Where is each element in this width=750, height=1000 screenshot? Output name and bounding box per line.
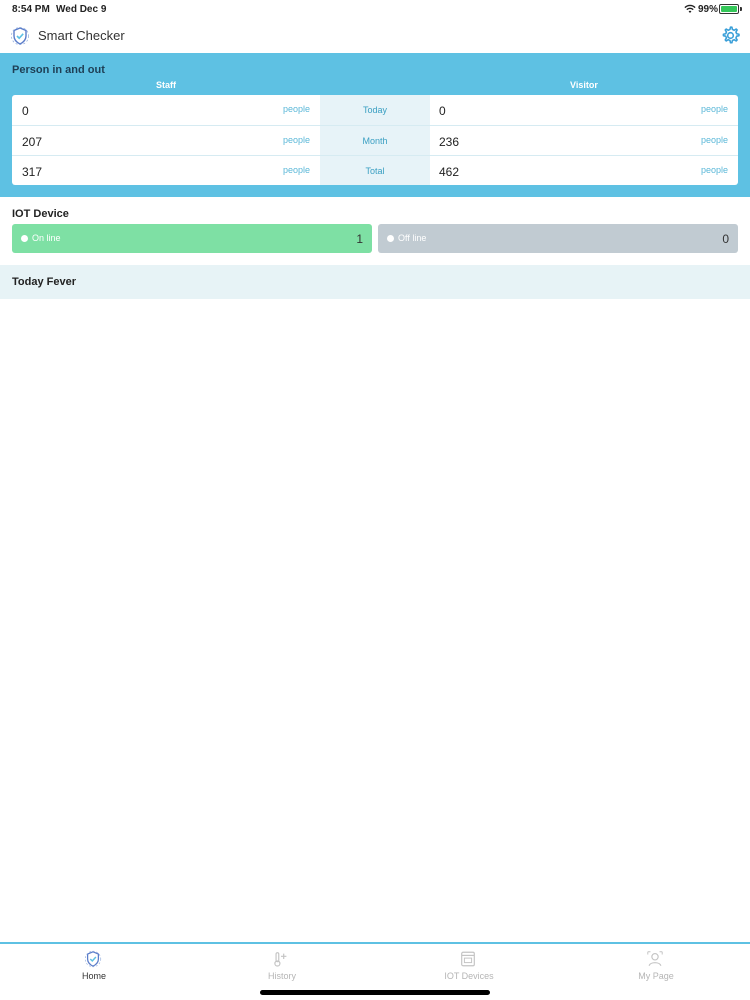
status-date: Wed Dec 9 <box>56 4 107 15</box>
iot-online-card[interactable]: On line 1 <box>12 224 372 253</box>
tab-iot-devices[interactable]: IOT Devices <box>375 944 563 984</box>
shield-check-icon <box>10 26 30 46</box>
online-count: 1 <box>356 232 363 246</box>
stats-row-today: 0 people Today 0 people <box>12 95 738 125</box>
section-title-person: Person in and out <box>12 64 105 76</box>
device-icon <box>461 951 475 967</box>
tab-label: History <box>267 971 296 981</box>
offline-count: 0 <box>722 232 729 246</box>
visitor-unit: people <box>701 104 729 114</box>
tab-home[interactable]: Home <box>0 944 188 984</box>
staff-unit: people <box>283 135 311 145</box>
online-label: On line <box>32 233 61 243</box>
period-cell: Month <box>320 126 430 156</box>
period-cell: Total <box>320 156 430 185</box>
status-dot-icon <box>21 235 28 242</box>
tab-my-page[interactable]: My Page <box>562 944 750 984</box>
staff-month-value: 207 <box>22 135 43 149</box>
tab-label: IOT Devices <box>444 971 494 981</box>
visitor-unit: people <box>701 135 729 145</box>
status-dot-icon <box>387 235 394 242</box>
visitor-total-value: 462 <box>439 165 460 179</box>
section-title-iot: IOT Device <box>12 208 69 220</box>
staff-unit: people <box>283 104 311 114</box>
wifi-icon <box>684 4 696 13</box>
staff-column-header: Staff <box>156 80 176 90</box>
today-fever-header: Today Fever <box>0 265 750 299</box>
period-label: Total <box>365 166 385 176</box>
status-time: 8:54 PM <box>12 4 50 15</box>
visitor-unit: people <box>701 165 729 175</box>
thermometer-icon <box>274 952 287 967</box>
tab-history[interactable]: History <box>188 944 376 984</box>
staff-unit: people <box>283 165 311 175</box>
gear-icon[interactable] <box>720 25 741 46</box>
battery-percent: 99% <box>698 4 719 15</box>
visitor-month-value: 236 <box>439 135 460 149</box>
person-in-out-panel: Person in and out Staff Visitor 0 people… <box>0 53 750 197</box>
user-icon <box>647 951 663 967</box>
period-cell: Today <box>320 95 430 125</box>
status-bar: 8:54 PM Wed Dec 9 99% <box>0 0 750 18</box>
visitor-column-header: Visitor <box>570 80 598 90</box>
stats-table: 0 people Today 0 people 207 people Month… <box>12 95 738 185</box>
tab-label: Home <box>81 971 106 981</box>
iot-offline-card[interactable]: Off line 0 <box>378 224 738 253</box>
period-label: Month <box>362 136 388 146</box>
section-title-fever: Today Fever <box>12 276 76 288</box>
home-indicator[interactable] <box>260 990 490 995</box>
battery-icon <box>719 4 742 14</box>
visitor-today-value: 0 <box>439 104 446 118</box>
app-title: Smart Checker <box>38 28 125 43</box>
stats-row-month: 207 people Month 236 people <box>12 125 738 156</box>
staff-today-value: 0 <box>22 104 29 118</box>
period-label: Today <box>362 105 388 115</box>
offline-label: Off line <box>398 233 427 243</box>
staff-total-value: 317 <box>22 165 43 179</box>
stats-row-total: 317 people Total 462 people <box>12 155 738 185</box>
home-shield-icon <box>84 950 102 968</box>
tab-label: My Page <box>638 971 674 981</box>
app-header: Smart Checker <box>0 20 750 52</box>
